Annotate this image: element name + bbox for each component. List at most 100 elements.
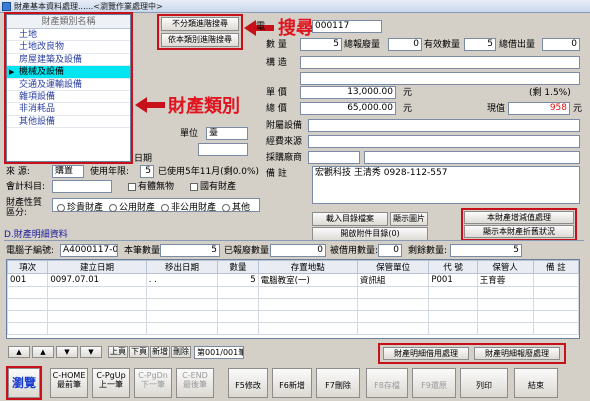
table-header-cell[interactable]: 建立日期 <box>47 260 147 274</box>
toolbar-button[interactable]: F8存檔 <box>366 368 408 398</box>
remark-field[interactable]: 宏觀科技 王清秀 0928-112-557 <box>312 166 580 204</box>
table-cell: 電腦教室(一) <box>257 273 358 287</box>
current-value-label: 現值 <box>487 104 506 114</box>
app-icon <box>2 2 11 11</box>
qty-field[interactable]: 5 <box>300 38 342 51</box>
category-highlight-box <box>4 12 133 164</box>
open-attachment-button[interactable]: 開啟附件目錄(0) <box>312 227 428 241</box>
life-field[interactable]: 5 <box>140 165 154 178</box>
toolbar-button[interactable]: C-PgDn 下一筆 <box>134 368 172 398</box>
search-annotation: 搜尋 <box>278 18 314 39</box>
fund-source-field[interactable] <box>308 135 580 148</box>
toolbar-button-sublabel: 最後筆 <box>183 380 207 389</box>
nature-radio-option[interactable]: 其他 <box>222 200 250 213</box>
date-field[interactable] <box>198 143 248 156</box>
valid-qty-label: 有效數量 <box>424 40 461 50</box>
table-header-cell[interactable]: 備 註 <box>532 260 580 274</box>
nature-radio-group[interactable]: 珍貴財產 公用財產 非公用財產 其他 <box>52 198 260 213</box>
toolbar-button[interactable]: C-HOME 最前筆 <box>50 368 88 398</box>
divider <box>4 240 584 241</box>
nature-label: 財產性質區分: <box>6 198 43 218</box>
table-header-cell[interactable]: 保管人 <box>476 260 534 274</box>
detail-remain-label: 剩餘數量: <box>408 246 448 256</box>
vendor-name-field[interactable] <box>364 151 580 164</box>
total-borrow-field[interactable]: 0 <box>542 38 580 51</box>
toolbar-button-label: F5修改 <box>235 381 261 390</box>
table-header-cell[interactable]: 移出日期 <box>145 260 219 274</box>
category-annotation: 財產類別 <box>168 96 240 117</box>
toolbar-button[interactable]: F6新增 <box>272 368 312 398</box>
total-lost-label: 總報廢量 <box>344 40 381 50</box>
code-label: 電 <box>256 22 266 32</box>
valid-qty-field[interactable]: 5 <box>464 38 496 51</box>
vendor-field[interactable] <box>308 151 360 164</box>
nav-prev-icon[interactable]: ▲ <box>32 346 54 358</box>
spec-field-2[interactable] <box>300 72 580 85</box>
current-value-field[interactable]: 958 <box>508 102 570 115</box>
table-header-cell[interactable]: 項次 <box>6 260 49 274</box>
show-image-button[interactable]: 顯示圖片 <box>390 212 428 226</box>
code-field[interactable]: 000117 <box>312 20 382 33</box>
toolbar-button-sublabel: 下一筆 <box>141 380 165 389</box>
detail-borrow-field[interactable]: 0 <box>378 244 402 257</box>
spec-field[interactable] <box>300 56 580 69</box>
total-lost-field[interactable]: 0 <box>388 38 422 51</box>
nav-button[interactable]: 新增 <box>150 346 170 358</box>
nature-radio-option[interactable]: 非公用財產 <box>161 200 216 213</box>
nav-button[interactable]: 上頁 <box>108 346 128 358</box>
nav-first-icon[interactable]: ▲ <box>8 346 30 358</box>
toolbar-button[interactable]: C-PgUp 上一筆 <box>92 368 130 398</box>
toolbar-button[interactable]: F7刪除 <box>316 368 360 398</box>
source-field[interactable]: 購置 <box>52 165 84 178</box>
nav-buttons: 上頁 下頁 新增 刪除 <box>108 346 191 358</box>
sub-code-field[interactable]: A4000117-001 <box>60 244 118 257</box>
table-row-empty <box>6 322 580 335</box>
table-header-cell[interactable]: 代 號 <box>428 260 478 274</box>
account-field[interactable] <box>52 180 112 193</box>
unit-price-label: 單 價 <box>266 88 287 98</box>
qty-label: 數 量 <box>266 40 287 50</box>
detail-lost-field[interactable]: 0 <box>270 244 326 257</box>
nav-button[interactable]: 下頁 <box>129 346 149 358</box>
nature-radio-option[interactable]: 珍貴財產 <box>57 200 103 213</box>
total-field[interactable]: 65,000.00 <box>300 102 396 115</box>
unit-price-field[interactable]: 13,000.00 <box>300 86 396 99</box>
detail-qty-label: 本筆數量: <box>124 246 164 256</box>
toolbar-button-label: F8存檔 <box>374 381 400 390</box>
table-header-cell[interactable]: 保管單位 <box>356 260 430 274</box>
spec-label: 構 造 <box>266 58 287 68</box>
state-owned-checkbox[interactable]: 國有財產 <box>190 182 236 193</box>
toolbar-button[interactable]: F9還原 <box>412 368 456 398</box>
toolbar-button[interactable]: 列印 <box>460 368 508 398</box>
toolbar-button[interactable]: 結束 <box>514 368 558 398</box>
nav-last-icon[interactable]: ▼ <box>80 346 102 358</box>
intangible-checkbox[interactable]: 有體無物 <box>128 182 174 193</box>
nature-radio-option[interactable]: 公用財產 <box>109 200 155 213</box>
accessory-field[interactable] <box>308 119 580 132</box>
toolbar-button[interactable]: F5修改 <box>228 368 268 398</box>
nav-button[interactable]: 刪除 <box>171 346 191 358</box>
table-header-cell[interactable]: 數量 <box>217 260 259 274</box>
load-catalog-button[interactable]: 載入目錄檔案 <box>312 212 388 226</box>
detail-process-highlight-box <box>378 343 566 364</box>
table-cell: 5 <box>217 273 259 287</box>
fund-source-label: 經費來源 <box>266 137 303 147</box>
toolbar-button[interactable]: C-END 最後筆 <box>176 368 214 398</box>
table-cell: P001 <box>428 273 478 287</box>
table-header-cell[interactable]: 存置地點 <box>257 260 358 274</box>
unit-field[interactable]: 臺 <box>206 127 248 140</box>
table-cell: 0097.07.01 <box>47 273 147 287</box>
toolbar-button-label: C-PgUp <box>96 371 126 380</box>
detail-remain-field[interactable]: 5 <box>450 244 522 257</box>
toolbar-button-sublabel: 上一筆 <box>99 380 123 389</box>
main-window: 財產基本資料處理......<瀏覽作業處理中> 財產類別名稱 土地 土地改良物 房屋… <box>0 0 590 401</box>
detail-qty-field[interactable]: 5 <box>160 244 220 257</box>
nav-next-icon[interactable]: ▼ <box>56 346 78 358</box>
toolbar-button-label: 列印 <box>476 381 492 390</box>
browse-highlight-box <box>6 366 42 400</box>
life-label: 使用年限: <box>90 167 130 177</box>
table-row-empty <box>6 298 580 311</box>
table-row[interactable]: 001 0097.07.01. . 5 電腦教室(一) 資訊組 P001 王育蓉 <box>6 273 580 287</box>
window-title: 財產基本資料處理......<瀏覽作業處理中> <box>14 2 163 11</box>
detail-table[interactable]: 項次 建立日期 移出日期 數量 存置地點 保管單位代 號保管人備 註 001 0097.07… <box>6 259 580 339</box>
